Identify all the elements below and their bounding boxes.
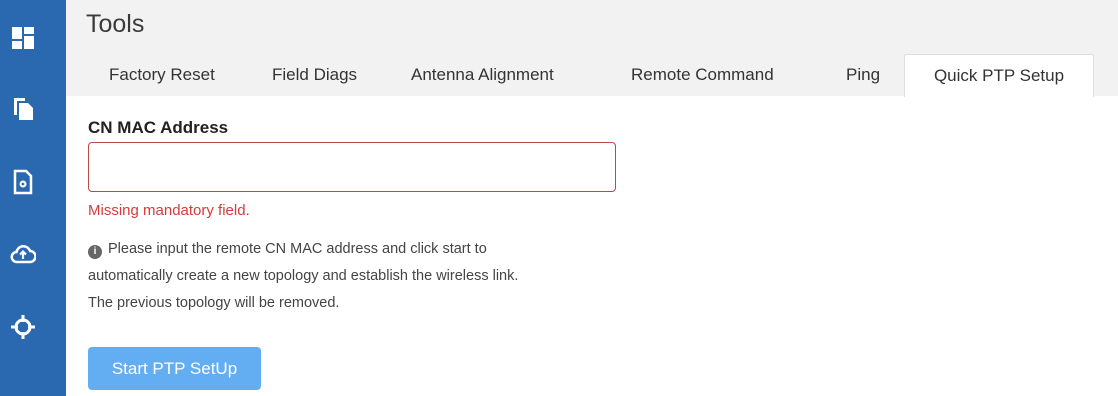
mac-address-input[interactable]	[88, 142, 616, 192]
start-ptp-setup-button[interactable]: Start PTP SetUp	[88, 347, 261, 390]
help-text: i Please input the remote CN MAC address …	[88, 236, 648, 317]
validation-error: Missing mandatory field.	[88, 202, 250, 219]
tab-field-diags[interactable]: Field Diags	[272, 54, 357, 96]
mac-address-label: CN MAC Address	[88, 118, 229, 137]
tab-remote-command[interactable]: Remote Command	[631, 54, 774, 96]
cloud-upload-icon[interactable]	[9, 241, 37, 269]
help-line-3: The previous topology will be removed.	[88, 295, 340, 311]
tab-bar: Factory Reset Field Diags Antenna Alignm…	[96, 54, 1118, 97]
quick-ptp-setup-panel: CN MAC Address Missing mandatory field. …	[88, 96, 1118, 396]
tab-ping[interactable]: Ping	[846, 54, 880, 96]
tab-factory-reset[interactable]: Factory Reset	[109, 54, 215, 96]
tab-antenna-alignment[interactable]: Antenna Alignment	[411, 54, 554, 96]
page-title: Tools	[86, 10, 145, 38]
help-line-1: Please input the remote CN MAC address a…	[108, 241, 487, 257]
tab-quick-ptp-setup[interactable]: Quick PTP Setup	[904, 54, 1094, 97]
sidebar	[0, 0, 66, 396]
info-icon: i	[88, 245, 102, 259]
crosshair-icon[interactable]	[9, 313, 37, 341]
file-settings-icon[interactable]	[9, 168, 37, 196]
dashboard-icon[interactable]	[9, 24, 37, 52]
help-line-2: automatically create a new topology and …	[88, 268, 519, 284]
copy-icon[interactable]	[9, 95, 37, 123]
header: Tools Factory Reset Field Diags Antenna …	[66, 0, 1118, 97]
